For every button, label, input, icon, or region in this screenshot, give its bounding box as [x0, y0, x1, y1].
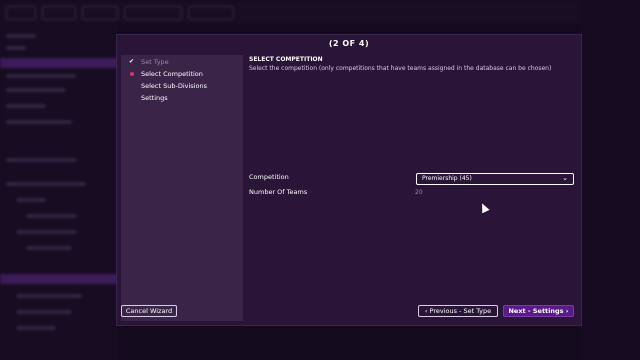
- background-toolbar: [0, 0, 640, 24]
- cancel-wizard-button[interactable]: Cancel Wizard: [121, 305, 177, 317]
- chevron-down-icon: ⌄: [562, 174, 568, 182]
- competition-label: Competition: [249, 173, 289, 181]
- wizard-steps-panel: ✔ Set Type Select Competition Select Sub…: [121, 55, 243, 321]
- step-select-sub-divisions: Select Sub-Divisions: [141, 82, 207, 90]
- step-set-type: Set Type: [141, 58, 169, 66]
- competition-select[interactable]: Premiership (45) ⌄: [416, 173, 574, 185]
- step-select-competition: Select Competition: [141, 70, 203, 78]
- section-description: Select the competition (only competition…: [249, 65, 552, 72]
- check-icon: ✔: [129, 58, 135, 65]
- background-tab: [6, 6, 36, 20]
- background-sidebar: [0, 24, 118, 360]
- competition-select-value: Premiership (45): [422, 175, 472, 182]
- chevron-right-icon: ›: [563, 307, 569, 315]
- background-tab: [82, 6, 118, 20]
- previous-button[interactable]: ‹ Previous - Set Type: [418, 305, 498, 317]
- teams-value: 20: [415, 189, 423, 196]
- background-tab: [42, 6, 76, 20]
- dialog-title: (2 OF 4): [328, 39, 370, 48]
- background-tab: [188, 6, 234, 20]
- cancel-wizard-label: Cancel Wizard: [125, 307, 173, 315]
- previous-button-label: Previous - Set Type: [429, 307, 492, 315]
- step-settings: Settings: [141, 94, 168, 102]
- next-button-label: Next - Settings: [508, 307, 564, 315]
- section-title: SELECT COMPETITION: [249, 56, 323, 63]
- background-tab: [124, 6, 182, 20]
- teams-label: Number Of Teams: [249, 188, 308, 196]
- next-button[interactable]: Next - Settings ›: [503, 305, 574, 317]
- background-right-panel: [580, 0, 640, 360]
- current-step-dot-icon: [130, 72, 134, 76]
- wizard-dialog: (2 OF 4) ✔ Set Type Select Competition S…: [116, 34, 582, 326]
- wizard-content: SELECT COMPETITION Select the competitio…: [249, 55, 575, 321]
